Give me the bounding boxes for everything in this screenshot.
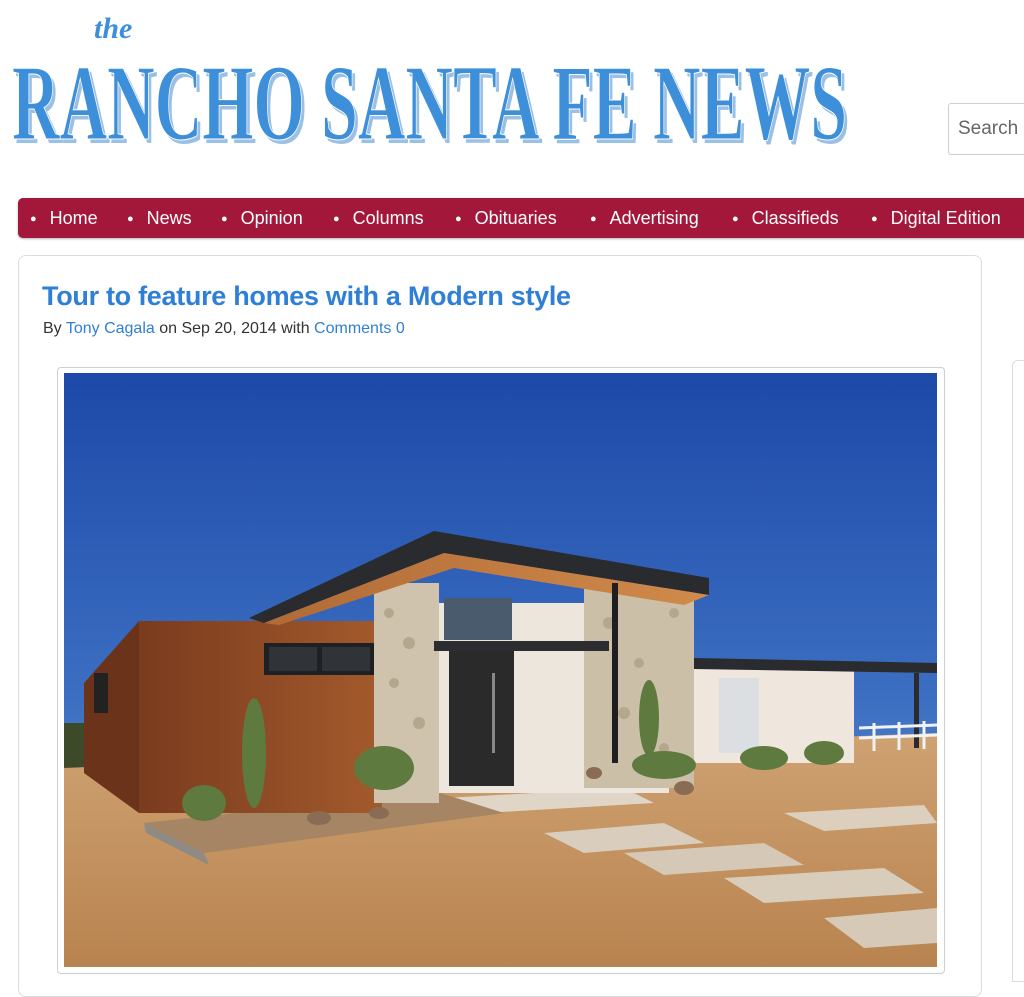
nav-item-classifieds[interactable]: ● Classifieds <box>732 198 839 238</box>
logo-the-text: the <box>94 12 132 45</box>
nav-item-obituaries[interactable]: ● Obituaries <box>455 198 557 238</box>
search-input[interactable] <box>949 104 1024 154</box>
sidebar-widget <box>1012 360 1024 982</box>
nav-item-columns[interactable]: ● Columns <box>333 198 424 238</box>
bullet-icon: ● <box>333 213 340 225</box>
main-nav: ● Home ● News ● Opinion ● Columns ● Obituarie… <box>18 198 1024 238</box>
masthead: the RANCHO SANTA FE NEWS RANCHO SANTA FE… <box>0 0 1024 190</box>
nav-label: Classifieds <box>751 208 839 228</box>
nav-label: Digital Edition <box>890 208 1001 228</box>
bullet-icon: ● <box>590 213 597 225</box>
nav-label: News <box>146 208 192 228</box>
date-prefix: on <box>159 320 178 337</box>
bullet-icon: ● <box>127 213 134 225</box>
search-box[interactable] <box>948 103 1024 155</box>
bullet-icon: ● <box>30 213 37 225</box>
comments-prefix: with <box>281 320 310 337</box>
nav-item-home[interactable]: ● Home <box>30 198 98 238</box>
article-title[interactable]: Tour to feature homes with a Modern styl… <box>42 281 571 312</box>
bullet-icon: ● <box>732 213 739 225</box>
bullet-icon: ● <box>455 213 462 225</box>
nav-label: Opinion <box>240 208 303 228</box>
nav-label: Advertising <box>609 208 699 228</box>
nav-label: Home <box>49 208 98 228</box>
bullet-icon: ● <box>871 213 878 225</box>
site-logo[interactable]: the RANCHO SANTA FE NEWS RANCHO SANTA FE… <box>8 8 858 158</box>
nav-label: Columns <box>352 208 424 228</box>
byline-prefix: By <box>43 320 62 337</box>
nav-item-news[interactable]: ● News <box>127 198 192 238</box>
author-link[interactable]: Tony Cagala <box>66 320 155 337</box>
bullet-icon: ● <box>221 213 228 225</box>
comments-link[interactable]: Comments 0 <box>314 320 405 337</box>
article-date: Sep 20, 2014 <box>181 320 277 337</box>
nav-item-advertising[interactable]: ● Advertising <box>590 198 699 238</box>
nav-label: Obituaries <box>474 208 557 228</box>
article-photo[interactable] <box>64 373 937 967</box>
nav-item-digital-edition[interactable]: ● Digital Edition <box>871 198 1001 238</box>
logo-main-text: RANCHO SANTA FE NEWS <box>12 44 847 158</box>
article-byline: By Tony Cagala on Sep 20, 2014 with Comm… <box>43 320 405 338</box>
nav-item-opinion[interactable]: ● Opinion <box>221 198 303 238</box>
